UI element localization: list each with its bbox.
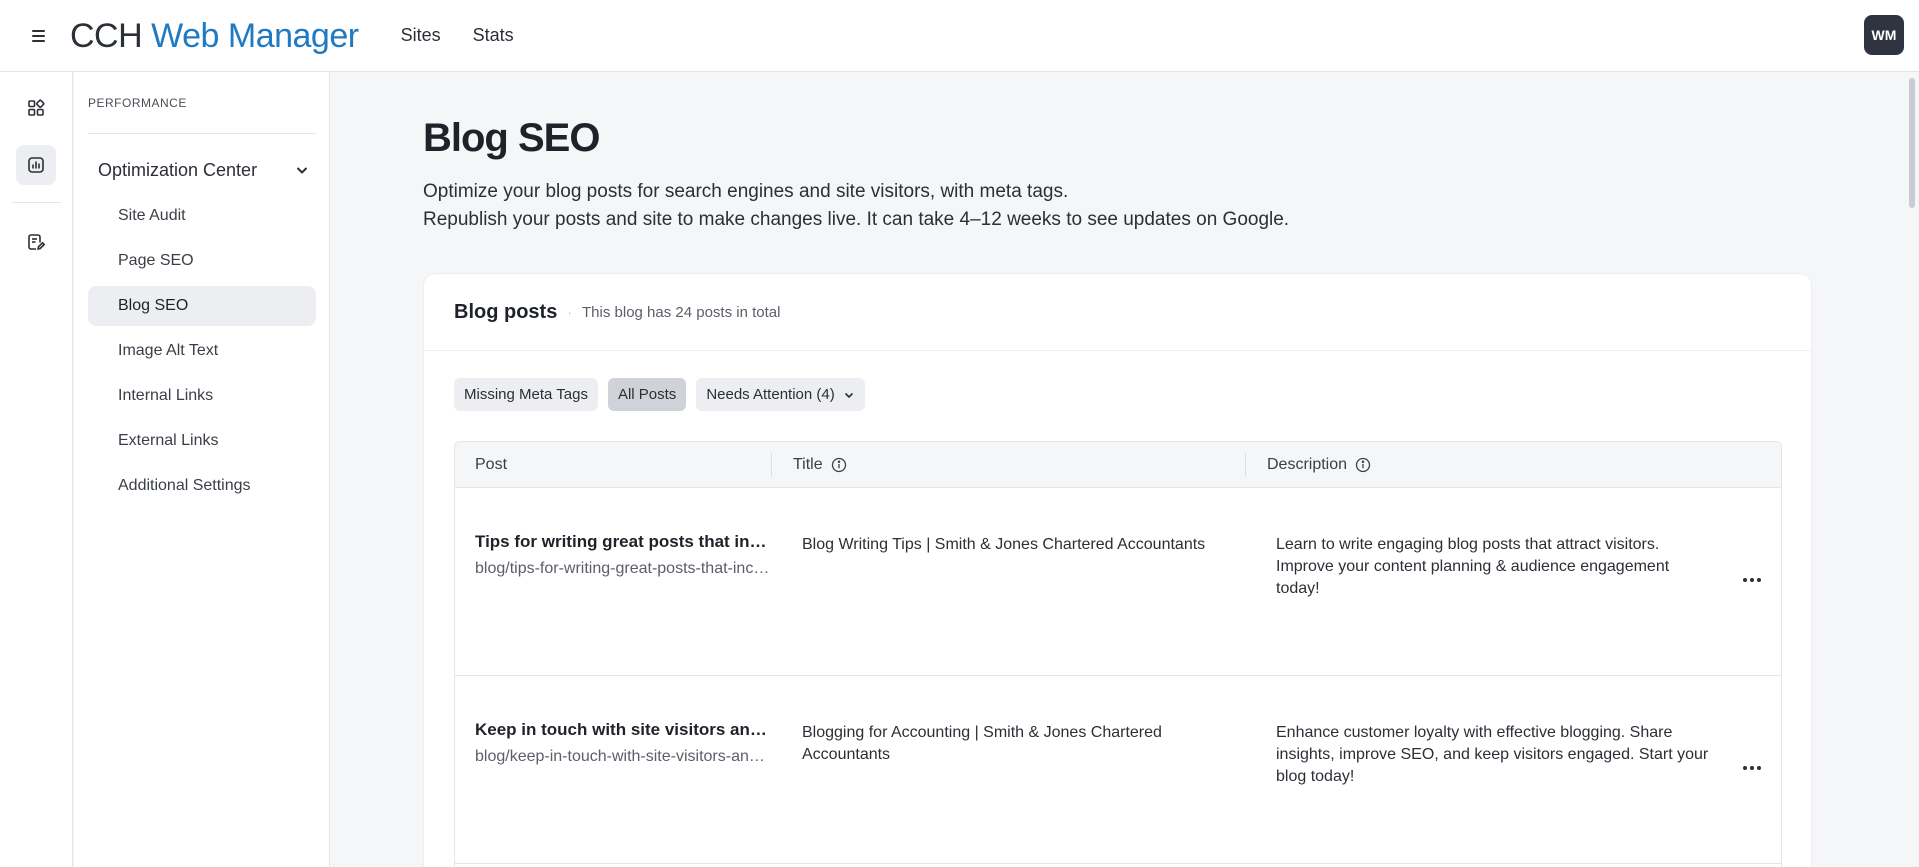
post-title[interactable]: Tips for writing great posts that increa…	[475, 532, 770, 552]
chart-icon	[28, 157, 44, 173]
sidebar-group-optimization-center[interactable]: Optimization Center	[98, 154, 310, 186]
table-row[interactable]: Tips for writing great posts that increa…	[455, 488, 1781, 676]
filter-label: All Posts	[617, 386, 677, 403]
filter-chips: Missing Meta Tags All Posts Needs Attent…	[454, 378, 865, 411]
avatar[interactable]: WM	[1864, 15, 1904, 55]
page-description-line1: Optimize your blog posts for search engi…	[423, 181, 1069, 202]
more-actions-icon[interactable]	[1738, 754, 1766, 782]
blog-posts-card: Blog posts · This blog has 24 posts in t…	[423, 273, 1812, 867]
sidebar: PERFORMANCE Optimization Center Site Aud…	[74, 72, 330, 867]
sidebar-item-blog-seo[interactable]: Blog SEO	[88, 286, 316, 326]
brand-logo[interactable]: CCH Web Manager	[70, 19, 359, 53]
post-slug: blog/keep-in-touch-with-site-visitors-an…	[475, 748, 770, 765]
column-label: Post	[475, 456, 508, 473]
seo-description-cell[interactable]: Learn to write engaging blog posts that …	[1276, 534, 1716, 600]
rail-dashboard-button[interactable]	[16, 88, 56, 128]
seo-title-cell[interactable]: Blogging for Accounting | Smith & Jones …	[802, 722, 1242, 766]
dot-separator: ·	[567, 304, 573, 320]
chevron-down-icon	[296, 167, 308, 174]
top-nav: Sites Stats	[401, 25, 514, 46]
top-bar: CCH Web Manager Sites Stats WM	[0, 0, 1919, 72]
page-title: Blog SEO	[423, 116, 600, 160]
seo-title-cell[interactable]: Blog Writing Tips | Smith & Jones Charte…	[802, 534, 1242, 556]
nav-sites[interactable]: Sites	[401, 25, 441, 46]
post-cell: Tips for writing great posts that increa…	[475, 532, 770, 578]
blog-posts-table: Post Title Description Tips for writing …	[454, 441, 1782, 867]
brand-part1: CCH	[70, 16, 143, 55]
column-header-description: Description	[1267, 442, 1371, 488]
column-divider	[771, 453, 772, 477]
column-header-title: Title	[793, 442, 847, 488]
table-header: Post Title Description	[455, 442, 1781, 488]
filter-missing-meta-tags[interactable]: Missing Meta Tags	[454, 378, 598, 411]
sidebar-item-additional-settings[interactable]: Additional Settings	[88, 466, 316, 506]
rail-performance-button[interactable]	[16, 145, 56, 185]
sidebar-item-image-alt-text[interactable]: Image Alt Text	[88, 331, 316, 371]
brand-part2: Web Manager	[151, 16, 359, 55]
dashboard-icon	[28, 99, 45, 116]
post-title[interactable]: Keep in touch with site visitors and cus…	[475, 720, 770, 740]
card-title: Blog posts	[454, 300, 558, 323]
more-actions-icon[interactable]	[1738, 566, 1766, 594]
info-icon[interactable]	[831, 457, 847, 473]
icon-rail	[0, 72, 73, 867]
sidebar-section-title: PERFORMANCE	[88, 96, 187, 110]
card-header: Blog posts · This blog has 24 posts in t…	[424, 274, 1811, 351]
card-subtitle: This blog has 24 posts in total	[582, 303, 781, 321]
sidebar-item-external-links[interactable]: External Links	[88, 421, 316, 461]
column-header-post: Post	[475, 442, 507, 488]
rail-content-button[interactable]	[16, 222, 56, 262]
note-edit-icon	[28, 234, 45, 251]
sidebar-item-page-seo[interactable]: Page SEO	[88, 241, 316, 281]
post-slug: blog/tips-for-writing-great-posts-that-i…	[475, 560, 770, 577]
main-content: Blog SEO Optimize your blog posts for se…	[331, 72, 1899, 867]
sidebar-item-site-audit[interactable]: Site Audit	[88, 196, 316, 236]
filter-needs-attention-dropdown[interactable]: Needs Attention (4)	[696, 378, 865, 411]
seo-description-cell[interactable]: Enhance customer loyalty with effective …	[1276, 722, 1716, 788]
chevron-down-icon	[844, 392, 853, 398]
rail-divider	[12, 202, 61, 203]
page-scrollbar[interactable]	[1905, 72, 1919, 867]
filter-label: Missing Meta Tags	[464, 386, 588, 403]
column-label: Title	[793, 456, 823, 473]
post-cell: Keep in touch with site visitors and cus…	[475, 720, 770, 766]
filter-label: Needs Attention (4)	[706, 386, 835, 403]
hamburger-menu-icon[interactable]	[24, 22, 52, 50]
sidebar-divider	[88, 133, 316, 134]
info-icon[interactable]	[1355, 457, 1371, 473]
scrollbar-thumb[interactable]	[1909, 78, 1915, 208]
sidebar-item-internal-links[interactable]: Internal Links	[88, 376, 316, 416]
sidebar-group-label: Optimization Center	[98, 159, 258, 180]
nav-stats[interactable]: Stats	[473, 25, 514, 46]
filter-all-posts[interactable]: All Posts	[607, 378, 687, 411]
page-description: Optimize your blog posts for search engi…	[423, 178, 1623, 234]
column-divider	[1245, 453, 1246, 477]
column-label: Description	[1267, 456, 1348, 473]
table-row[interactable]: Keep in touch with site visitors and cus…	[455, 676, 1781, 864]
page-description-line2: Republish your posts and site to make ch…	[423, 209, 1290, 230]
